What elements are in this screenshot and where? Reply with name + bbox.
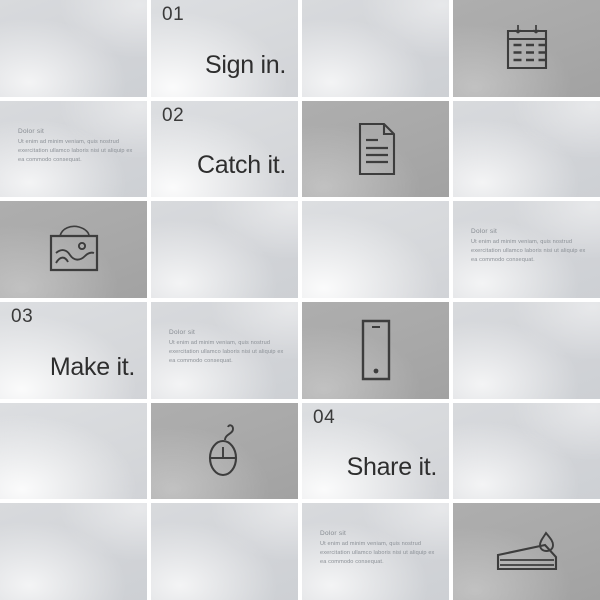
step-headline: Sign in. xyxy=(205,50,286,79)
infographic-page: 01 Sign in. Dolor sit Ut enim ad minim ven… xyxy=(0,0,600,600)
icon-tile-cake-slice[interactable] xyxy=(453,503,600,600)
copy-block: Dolor sit Ut enim ad minim veniam, quis n… xyxy=(18,128,133,165)
calendar-icon xyxy=(453,0,600,97)
empty-tile xyxy=(0,0,147,97)
empty-tile xyxy=(151,201,298,298)
icon-tile-document[interactable] xyxy=(302,100,449,198)
step-number: 03 xyxy=(11,305,34,327)
mobile-phone-icon xyxy=(302,302,449,399)
empty-tile xyxy=(0,503,147,600)
picture-frame-icon xyxy=(0,201,147,298)
step-headline: Catch it. xyxy=(197,151,286,180)
step-tile-04[interactable]: 04 Share it. xyxy=(302,402,449,500)
step-tile-01[interactable]: 01 Sign in. xyxy=(151,0,298,97)
step-tile-03[interactable]: 03 Make it. xyxy=(0,301,147,399)
copy-title: Dolor sit xyxy=(18,127,45,135)
empty-tile xyxy=(151,503,298,600)
step-tile-02[interactable]: 02 Catch it. xyxy=(151,100,298,198)
icon-tile-calendar[interactable] xyxy=(453,0,600,97)
step-headline: Share it. xyxy=(346,453,438,482)
copy-title: Dolor sit xyxy=(320,530,347,538)
empty-tile xyxy=(302,0,449,97)
empty-tile xyxy=(302,201,449,298)
copy-body: Ut enim ad minim veniam, quis nostrud ex… xyxy=(169,339,284,365)
copy-body: Ut enim ad minim veniam, quis nostrud ex… xyxy=(471,239,586,264)
computer-mouse-icon xyxy=(151,403,298,500)
empty-tile xyxy=(453,402,600,500)
empty-tile xyxy=(453,301,600,399)
empty-tile xyxy=(453,100,600,198)
copy-title: Dolor sit xyxy=(169,328,196,336)
document-icon xyxy=(302,101,449,198)
copy-tile: Dolor sit Ut enim ad minim veniam, quis n… xyxy=(453,201,600,298)
copy-tile: Dolor sit Ut enim ad minim veniam, quis n… xyxy=(151,301,298,399)
copy-block: Dolor sit Ut enim ad minim veniam, quis n… xyxy=(320,530,435,567)
copy-body: Ut enim ad minim veniam, quis nostrud ex… xyxy=(320,541,435,566)
step-number: 01 xyxy=(162,4,185,25)
cake-slice-icon xyxy=(453,503,600,600)
empty-tile xyxy=(0,402,147,500)
copy-title: Dolor sit xyxy=(471,228,498,236)
icon-tile-mobile-phone[interactable] xyxy=(302,301,449,399)
copy-block: Dolor sit Ut enim ad minim veniam, quis n… xyxy=(471,228,586,265)
step-number: 02 xyxy=(162,104,185,126)
copy-block: Dolor sit Ut enim ad minim veniam, quis n… xyxy=(169,329,284,366)
step-number: 04 xyxy=(313,406,336,428)
copy-tile: Dolor sit Ut enim ad minim veniam, quis n… xyxy=(0,100,147,198)
copy-tile: Dolor sit Ut enim ad minim veniam, quis n… xyxy=(302,503,449,600)
step-headline: Make it. xyxy=(49,352,135,381)
copy-body: Ut enim ad minim veniam, quis nostrud ex… xyxy=(18,138,133,163)
icon-tile-picture-frame[interactable] xyxy=(0,201,147,298)
icon-tile-computer-mouse[interactable] xyxy=(151,402,298,500)
tile-grid: 01 Sign in. Dolor sit Ut enim ad minim ven… xyxy=(0,0,600,600)
